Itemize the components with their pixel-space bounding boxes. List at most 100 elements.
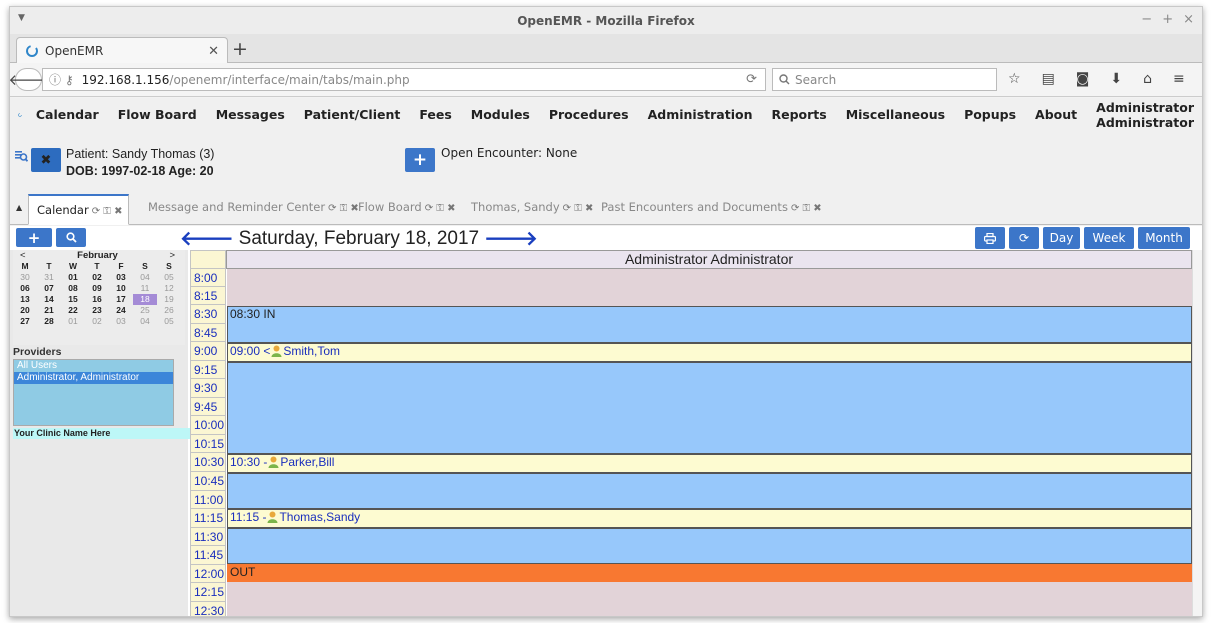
event-patient-name[interactable]: Thomas,Sandy [279, 510, 360, 524]
back-button[interactable]: 🡐 [10, 68, 49, 91]
menu-popups[interactable]: Popups [964, 107, 1016, 122]
menu-administration[interactable]: Administration [648, 107, 753, 122]
tab-controls-icon[interactable]: ⟳ ⚿ ✖ [791, 203, 822, 214]
tab-message-reminder-center[interactable]: Message and Reminder Center ⟳ ⚿ ✖ [148, 200, 359, 214]
mini-day[interactable]: 03 [109, 316, 133, 327]
mini-day[interactable]: 31 [37, 272, 61, 283]
menu-patient-client[interactable]: Patient/Client [304, 107, 401, 122]
tab-controls-icon[interactable]: ⟳ ⚿ ✖ [328, 203, 359, 214]
pocket-icon[interactable]: ◙ [1076, 71, 1090, 87]
patient-name[interactable]: Sandy Thomas (3) [112, 147, 215, 161]
mini-day[interactable]: 23 [85, 305, 109, 316]
time-slot-label[interactable]: 11:00 [190, 490, 226, 510]
event-block-blue[interactable] [227, 528, 1192, 564]
time-slot-label[interactable]: 8:45 [190, 323, 226, 343]
mini-day[interactable]: 26 [157, 305, 181, 316]
menu-miscellaneous[interactable]: Miscellaneous [846, 107, 945, 122]
user-menu[interactable]: Administrator Administrator [1096, 100, 1194, 130]
time-slot-label[interactable]: 8:00 [190, 268, 226, 287]
mini-day[interactable]: 30 [13, 272, 37, 283]
new-tab-button[interactable]: + [232, 38, 248, 60]
home-icon[interactable]: ⌂ [1143, 71, 1152, 87]
time-slot-label[interactable]: 10:45 [190, 472, 226, 491]
mini-day[interactable]: 22 [61, 305, 85, 316]
mini-day[interactable]: 13 [13, 294, 37, 305]
time-slot-label[interactable]: 10:30 [190, 453, 226, 473]
prev-day-arrow-icon[interactable]: 🡐 [180, 226, 234, 251]
mini-day[interactable]: 01 [61, 272, 85, 283]
menu-calendar[interactable]: Calendar [36, 107, 99, 122]
mini-day[interactable]: 06 [13, 283, 37, 294]
mini-day[interactable]: 21 [37, 305, 61, 316]
mini-day[interactable]: 25 [133, 305, 157, 316]
mini-day[interactable]: 16 [85, 294, 109, 305]
add-encounter-button[interactable]: + [405, 148, 435, 172]
providers-list[interactable]: All Users Administrator, Administrator [13, 359, 174, 426]
tab-controls-icon[interactable]: ⟳ ⚿ ✖ [92, 206, 123, 217]
time-slot-label[interactable]: 11:15 [190, 509, 226, 528]
menu-about[interactable]: About [1035, 107, 1077, 122]
time-slot-label[interactable]: 8:15 [190, 286, 226, 306]
mini-day[interactable]: 02 [85, 272, 109, 283]
mini-day[interactable]: 03 [109, 272, 133, 283]
add-appointment-button[interactable]: + [16, 228, 52, 247]
clear-patient-button[interactable]: ✖ [31, 148, 61, 172]
mini-day[interactable]: 19 [157, 294, 181, 305]
month-view-button[interactable]: Month [1138, 227, 1190, 249]
url-bar[interactable]: ⓘ ⚷ 192.168.1.156/openemr/interface/main… [42, 68, 766, 91]
collapse-tabs-icon[interactable]: ▲ [16, 203, 22, 212]
menu-messages[interactable]: Messages [216, 107, 285, 122]
event-patient-name[interactable]: Parker,Bill [280, 455, 334, 469]
time-slot-label[interactable]: 11:30 [190, 527, 226, 547]
time-slot-label[interactable]: 9:00 [190, 342, 226, 361]
search-input[interactable]: Search [772, 68, 997, 91]
time-slot-label[interactable]: 12:30 [190, 601, 226, 616]
tab-controls-icon[interactable]: ⟳ ⚿ ✖ [563, 203, 594, 214]
mini-day[interactable]: 15 [61, 294, 85, 305]
site-info-icon[interactable]: ⓘ ⚷ [49, 71, 74, 88]
mini-day[interactable]: 12 [157, 283, 181, 294]
mini-day[interactable]: 04 [133, 272, 157, 283]
event-in[interactable]: 08:30 IN [227, 306, 1192, 343]
mini-day[interactable]: 14 [37, 294, 61, 305]
mini-day[interactable]: 05 [157, 272, 181, 283]
calendar-search-button[interactable] [56, 228, 86, 247]
reading-list-icon[interactable]: ▤ [1042, 71, 1055, 87]
time-slot-label[interactable]: 12:15 [190, 583, 226, 602]
mini-day[interactable]: 20 [13, 305, 37, 316]
mini-day[interactable]: 05 [157, 316, 181, 327]
maximize-icon[interactable]: + [1162, 12, 1173, 27]
mini-day[interactable]: 17 [109, 294, 133, 305]
minimize-icon[interactable]: − [1141, 12, 1152, 27]
mini-prev-month[interactable]: < [20, 250, 26, 261]
time-slot-label[interactable]: 9:30 [190, 379, 226, 398]
event-smith-tom[interactable]: 09:00 < Smith,Tom [227, 343, 1192, 362]
mini-day[interactable]: 28 [37, 316, 61, 327]
menu-modules[interactable]: Modules [471, 107, 530, 122]
time-slot-label[interactable]: 10:15 [190, 434, 226, 454]
day-view-button[interactable]: Day [1043, 227, 1080, 249]
event-thomas-sandy[interactable]: 11:15 - Thomas,Sandy [227, 509, 1192, 528]
tab-patient-thomas[interactable]: Thomas, Sandy ⟳ ⚿ ✖ [471, 200, 593, 214]
time-slot-label[interactable]: 9:15 [190, 360, 226, 380]
event-out[interactable]: OUT [227, 564, 1192, 582]
tab-flow-board[interactable]: Flow Board ⟳ ⚿ ✖ [358, 200, 455, 214]
mini-day[interactable]: 24 [109, 305, 133, 316]
event-block-blue[interactable] [227, 362, 1192, 454]
window-menu-icon[interactable]: ▼ [18, 13, 25, 23]
week-view-button[interactable]: Week [1084, 227, 1134, 249]
close-window-icon[interactable]: × [1183, 12, 1194, 27]
time-slot-label[interactable]: 11:45 [190, 546, 226, 565]
print-button[interactable] [975, 227, 1005, 249]
mini-day[interactable]: 11 [133, 283, 157, 294]
provider-option-selected[interactable]: Administrator, Administrator [14, 372, 173, 384]
menu-procedures[interactable]: Procedures [549, 107, 629, 122]
downloads-icon[interactable]: ⬇ [1110, 71, 1122, 87]
mini-day[interactable]: 04 [133, 316, 157, 327]
mini-day[interactable]: 02 [85, 316, 109, 327]
mini-day[interactable]: 10 [109, 283, 133, 294]
time-slot-label[interactable]: 10:00 [190, 416, 226, 435]
time-slot-label[interactable]: 8:30 [190, 305, 226, 324]
hamburger-menu-icon[interactable]: ≡ [1173, 71, 1185, 87]
menu-reports[interactable]: Reports [771, 107, 826, 122]
